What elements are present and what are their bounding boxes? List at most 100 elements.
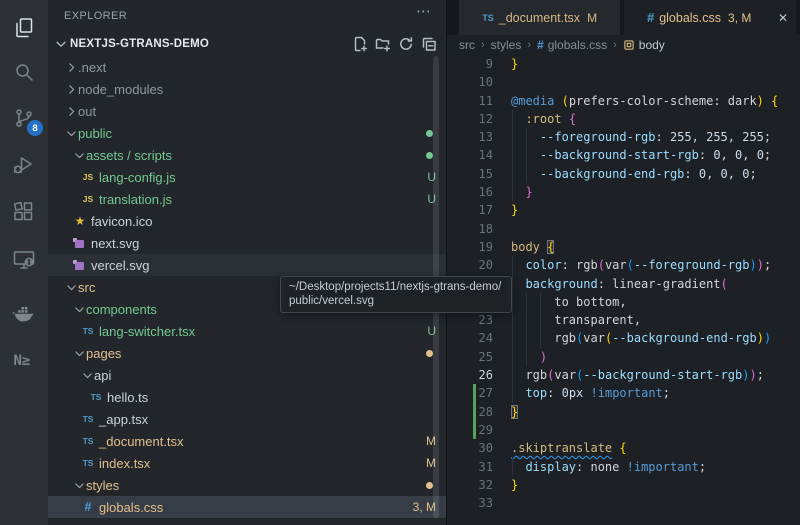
refresh-icon[interactable] [397, 35, 415, 53]
tree-file-hello-ts[interactable]: TShello.ts [48, 386, 446, 408]
breadcrumb-item-body[interactable]: body [623, 38, 665, 52]
code-line-27: 27 top: 0px !important; [447, 384, 800, 402]
line-number: 30 [447, 439, 493, 457]
code-text: } [511, 403, 518, 421]
code-text: --foreground-rgb: 255, 255, 255; [511, 128, 771, 146]
explorer-overflow-button[interactable]: ⋯ [416, 2, 432, 20]
code-text: transparent, [511, 311, 641, 329]
tab--document-tsx[interactable]: TS_document.tsxM [459, 0, 620, 35]
code-line-26: 26 rgb(var(--background-start-rgb)); [447, 366, 800, 384]
tab-label: _document.tsx [499, 11, 580, 25]
tree-file--document-tsx[interactable]: TS_document.tsxM [48, 430, 446, 452]
code-text: color: rgb(var(--foreground-rgb)); [511, 256, 771, 274]
new-folder-icon[interactable] [374, 35, 392, 53]
line-number: 23 [447, 311, 493, 329]
line-number: 32 [447, 476, 493, 494]
explorer-header: EXPLORER ⋯ [48, 0, 446, 32]
javascript-file-icon: JS [80, 191, 96, 207]
tree-item-label: globals.css [99, 500, 163, 515]
tree-file-translation-js[interactable]: JStranslation.jsU [48, 188, 446, 210]
docker-icon[interactable] [0, 294, 48, 334]
collapse-all-icon[interactable] [420, 35, 438, 53]
tab-bar: TS_document.tsxM#globals.css3, M✕ [447, 0, 800, 35]
code-line-12: 12 :root { [447, 110, 800, 128]
tree-item-label: components [86, 302, 157, 317]
code-text: rgb(var(--background-start-rgb)); [511, 366, 764, 384]
tree-item-label: lang-config.js [99, 170, 176, 185]
code-line-30: 30.skiptranslate { [447, 439, 800, 457]
tree-file-favicon-ico[interactable]: ★favicon.ico [48, 210, 446, 232]
code-line-9: 9} [447, 55, 800, 73]
code-text: } [511, 476, 518, 494]
tree-folder-styles[interactable]: styles [48, 474, 446, 496]
extensions-icon[interactable] [0, 192, 48, 232]
tree-folder-assets-scripts[interactable]: assets / scripts [48, 144, 446, 166]
nx-console-icon[interactable]: N≥ [0, 340, 48, 380]
line-number: 16 [447, 183, 493, 201]
tree-folder-pages[interactable]: pages [48, 342, 446, 364]
tab-globals-css[interactable]: #globals.css3, M✕ [624, 0, 796, 35]
code-line-18: 18 [447, 220, 800, 238]
line-number: 19 [447, 238, 493, 256]
code-text: } [511, 201, 518, 219]
explorer-sidebar: EXPLORER ⋯ NEXTJS-GTRANS-DEMO .nextnode_… [48, 0, 446, 525]
breadcrumb-label: styles [491, 38, 522, 52]
code-text: --background-start-rgb: 0, 0, 0; [511, 146, 771, 164]
chevron-right-icon [64, 60, 78, 74]
tree-file-lang-config-js[interactable]: JSlang-config.jsU [48, 166, 446, 188]
search-icon[interactable] [0, 52, 48, 92]
chevron-down-icon [72, 302, 86, 316]
typescript-file-icon: TS [88, 389, 104, 405]
chevron-down-icon [72, 148, 86, 162]
css-file-icon: # [80, 499, 96, 515]
explorer-title: EXPLORER [64, 10, 127, 22]
breadcrumb-item-src[interactable]: src [459, 38, 475, 52]
chevron-right-icon [64, 82, 78, 96]
breadcrumb-separator: › [481, 39, 485, 51]
tree-folder-public[interactable]: public [48, 122, 446, 144]
tree-folder-api[interactable]: api [48, 364, 446, 386]
tree-file-globals-css[interactable]: #globals.css3, M [48, 496, 446, 518]
close-icon[interactable]: ✕ [778, 11, 788, 25]
line-number: 25 [447, 348, 493, 366]
typescript-file-icon: TS [80, 323, 96, 339]
tree-file-index-tsx[interactable]: TSindex.tsxM [48, 452, 446, 474]
breadcrumb-item-styles[interactable]: styles [491, 38, 522, 52]
tree-file-next-svg[interactable]: next.svg [48, 232, 446, 254]
line-number: 15 [447, 165, 493, 183]
tree-file--app-tsx[interactable]: TS_app.tsx [48, 408, 446, 430]
git-change-dot [426, 130, 433, 137]
tree-item-label: translation.js [99, 192, 172, 207]
new-file-icon[interactable] [351, 35, 369, 53]
tree-folder-out[interactable]: out [48, 100, 446, 122]
line-number: 26 [447, 366, 493, 384]
run-debug-icon[interactable] [0, 145, 48, 185]
breadcrumb-label: globals.css [548, 38, 607, 52]
css-file-icon: # [537, 38, 544, 52]
code-line-19: 19body { [447, 238, 800, 256]
tree-file-vercel-svg[interactable]: vercel.svg [48, 254, 446, 276]
source-control-icon[interactable]: 8 [0, 98, 48, 138]
code-line-11: 11@media (prefers-color-scheme: dark) { [447, 92, 800, 110]
tree-item-label: api [94, 368, 111, 383]
tree-item-label: public [78, 126, 112, 141]
breadcrumb-item-globals-css[interactable]: # globals.css [537, 38, 607, 52]
chevron-right-icon [64, 104, 78, 118]
tree-item-label: index.tsx [99, 456, 150, 471]
svg-image-icon [72, 257, 88, 273]
tree-folder--next[interactable]: .next [48, 56, 446, 78]
tree-item-label: lang-switcher.tsx [99, 324, 195, 339]
code-line-29: 29 [447, 421, 800, 439]
code-line-33: 33 [447, 494, 800, 512]
tree-folder-node-modules[interactable]: node_modules [48, 78, 446, 100]
explorer-icon[interactable] [0, 8, 48, 48]
tree-file-lang-switcher-tsx[interactable]: TSlang-switcher.tsxU [48, 320, 446, 342]
tree-item-label: vercel.svg [91, 258, 150, 273]
tree-item-label: assets / scripts [86, 148, 172, 163]
tree-item-label: styles [86, 478, 119, 493]
project-root-row[interactable]: NEXTJS-GTRANS-DEMO [48, 32, 446, 56]
typescript-file-icon: TS [80, 411, 96, 427]
remote-explorer-icon[interactable] [0, 240, 48, 280]
code-line-10: 10 [447, 73, 800, 91]
tab-dirty-badge: M [587, 11, 597, 25]
